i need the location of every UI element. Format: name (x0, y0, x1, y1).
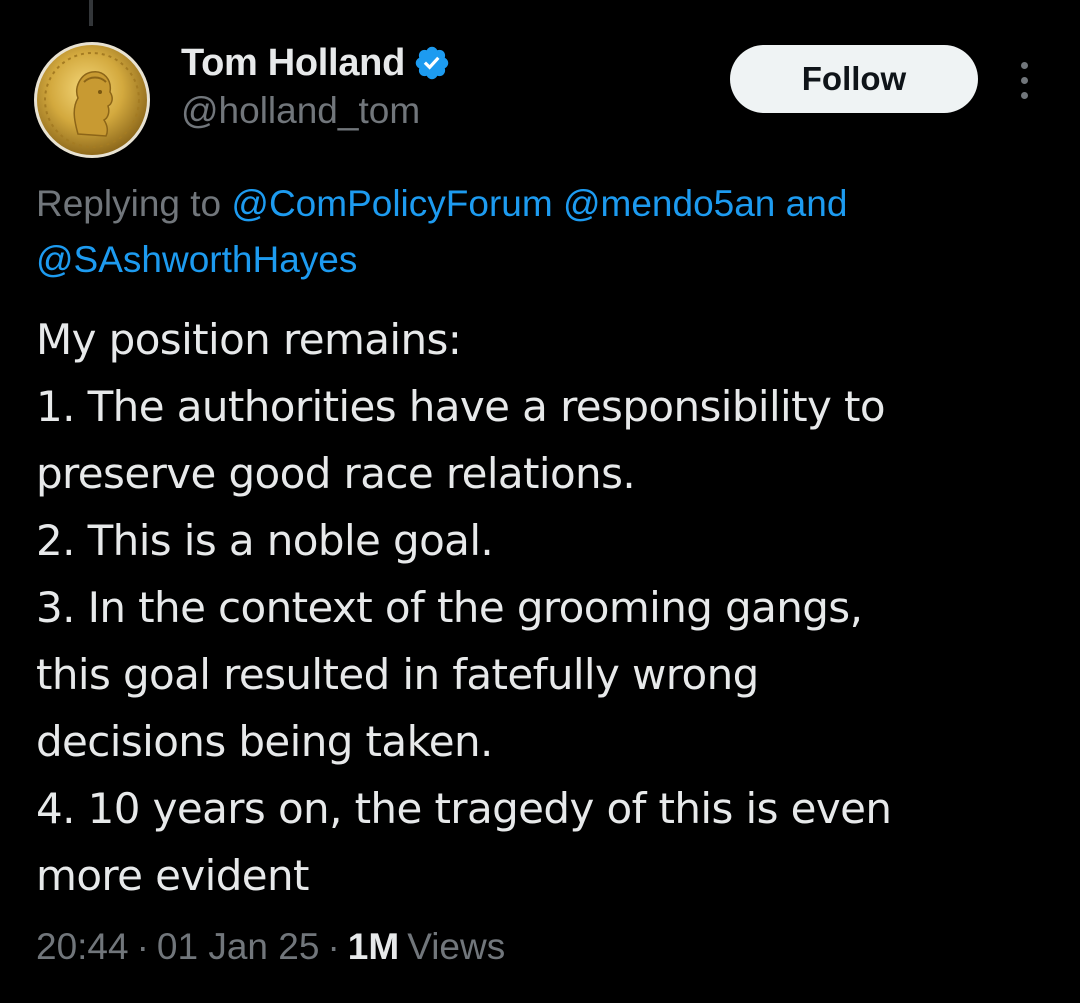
tweet-text-line: 2. This is a noble goal. (36, 516, 494, 565)
gold-coin-avatar-icon (34, 42, 150, 158)
mention-link[interactable]: @mendo5an (563, 183, 775, 224)
reply-prefix: Replying to (36, 183, 222, 224)
views-label: Views (407, 926, 506, 967)
tweet-text-line: more evident (36, 851, 310, 900)
author-handle[interactable]: @holland_tom (181, 90, 420, 132)
mention-link[interactable]: @ComPolicyForum (231, 183, 552, 224)
more-dots-icon (1020, 76, 1028, 84)
tweet-text-line: 3. In the context of the grooming gangs, (36, 583, 863, 632)
tweet-text-line: this goal resulted in fatefully wrong (36, 650, 759, 699)
more-dots-icon (1020, 61, 1028, 69)
author-name-row: Tom Holland (181, 40, 451, 86)
follow-button[interactable]: Follow (730, 45, 978, 113)
more-dots-icon (1020, 91, 1028, 99)
more-options-button[interactable] (1004, 58, 1044, 102)
meta-separator: · (136, 926, 149, 967)
tweet-time[interactable]: 20:44 (36, 926, 129, 968)
tweet-text-line: My position remains: (36, 315, 462, 364)
reply-context: Replying to @ComPolicyForum @mendo5an an… (36, 176, 1046, 288)
thread-connector-line (89, 0, 93, 26)
tweet-text: My position remains: 1. The authorities … (36, 306, 1056, 909)
tweet-text-line: decisions being taken. (36, 717, 493, 766)
mention-link[interactable]: @SAshworthHayes (36, 239, 357, 280)
author-display-name[interactable]: Tom Holland (181, 42, 405, 85)
avatar[interactable] (34, 42, 150, 158)
tweet-metadata: 20:44 · 01 Jan 25 · 1M Views (36, 926, 505, 968)
tweet-text-line: preserve good race relations. (36, 449, 636, 498)
tweet-date[interactable]: 01 Jan 25 (157, 926, 320, 968)
tweet-text-line: 1. The authorities have a responsibility… (36, 382, 886, 431)
views-count[interactable]: 1M (348, 926, 399, 968)
verified-badge-icon (415, 46, 449, 80)
meta-separator: · (327, 926, 340, 967)
mention-conjunction[interactable]: and (786, 183, 848, 224)
tweet-text-line: 4. 10 years on, the tragedy of this is e… (36, 784, 892, 833)
